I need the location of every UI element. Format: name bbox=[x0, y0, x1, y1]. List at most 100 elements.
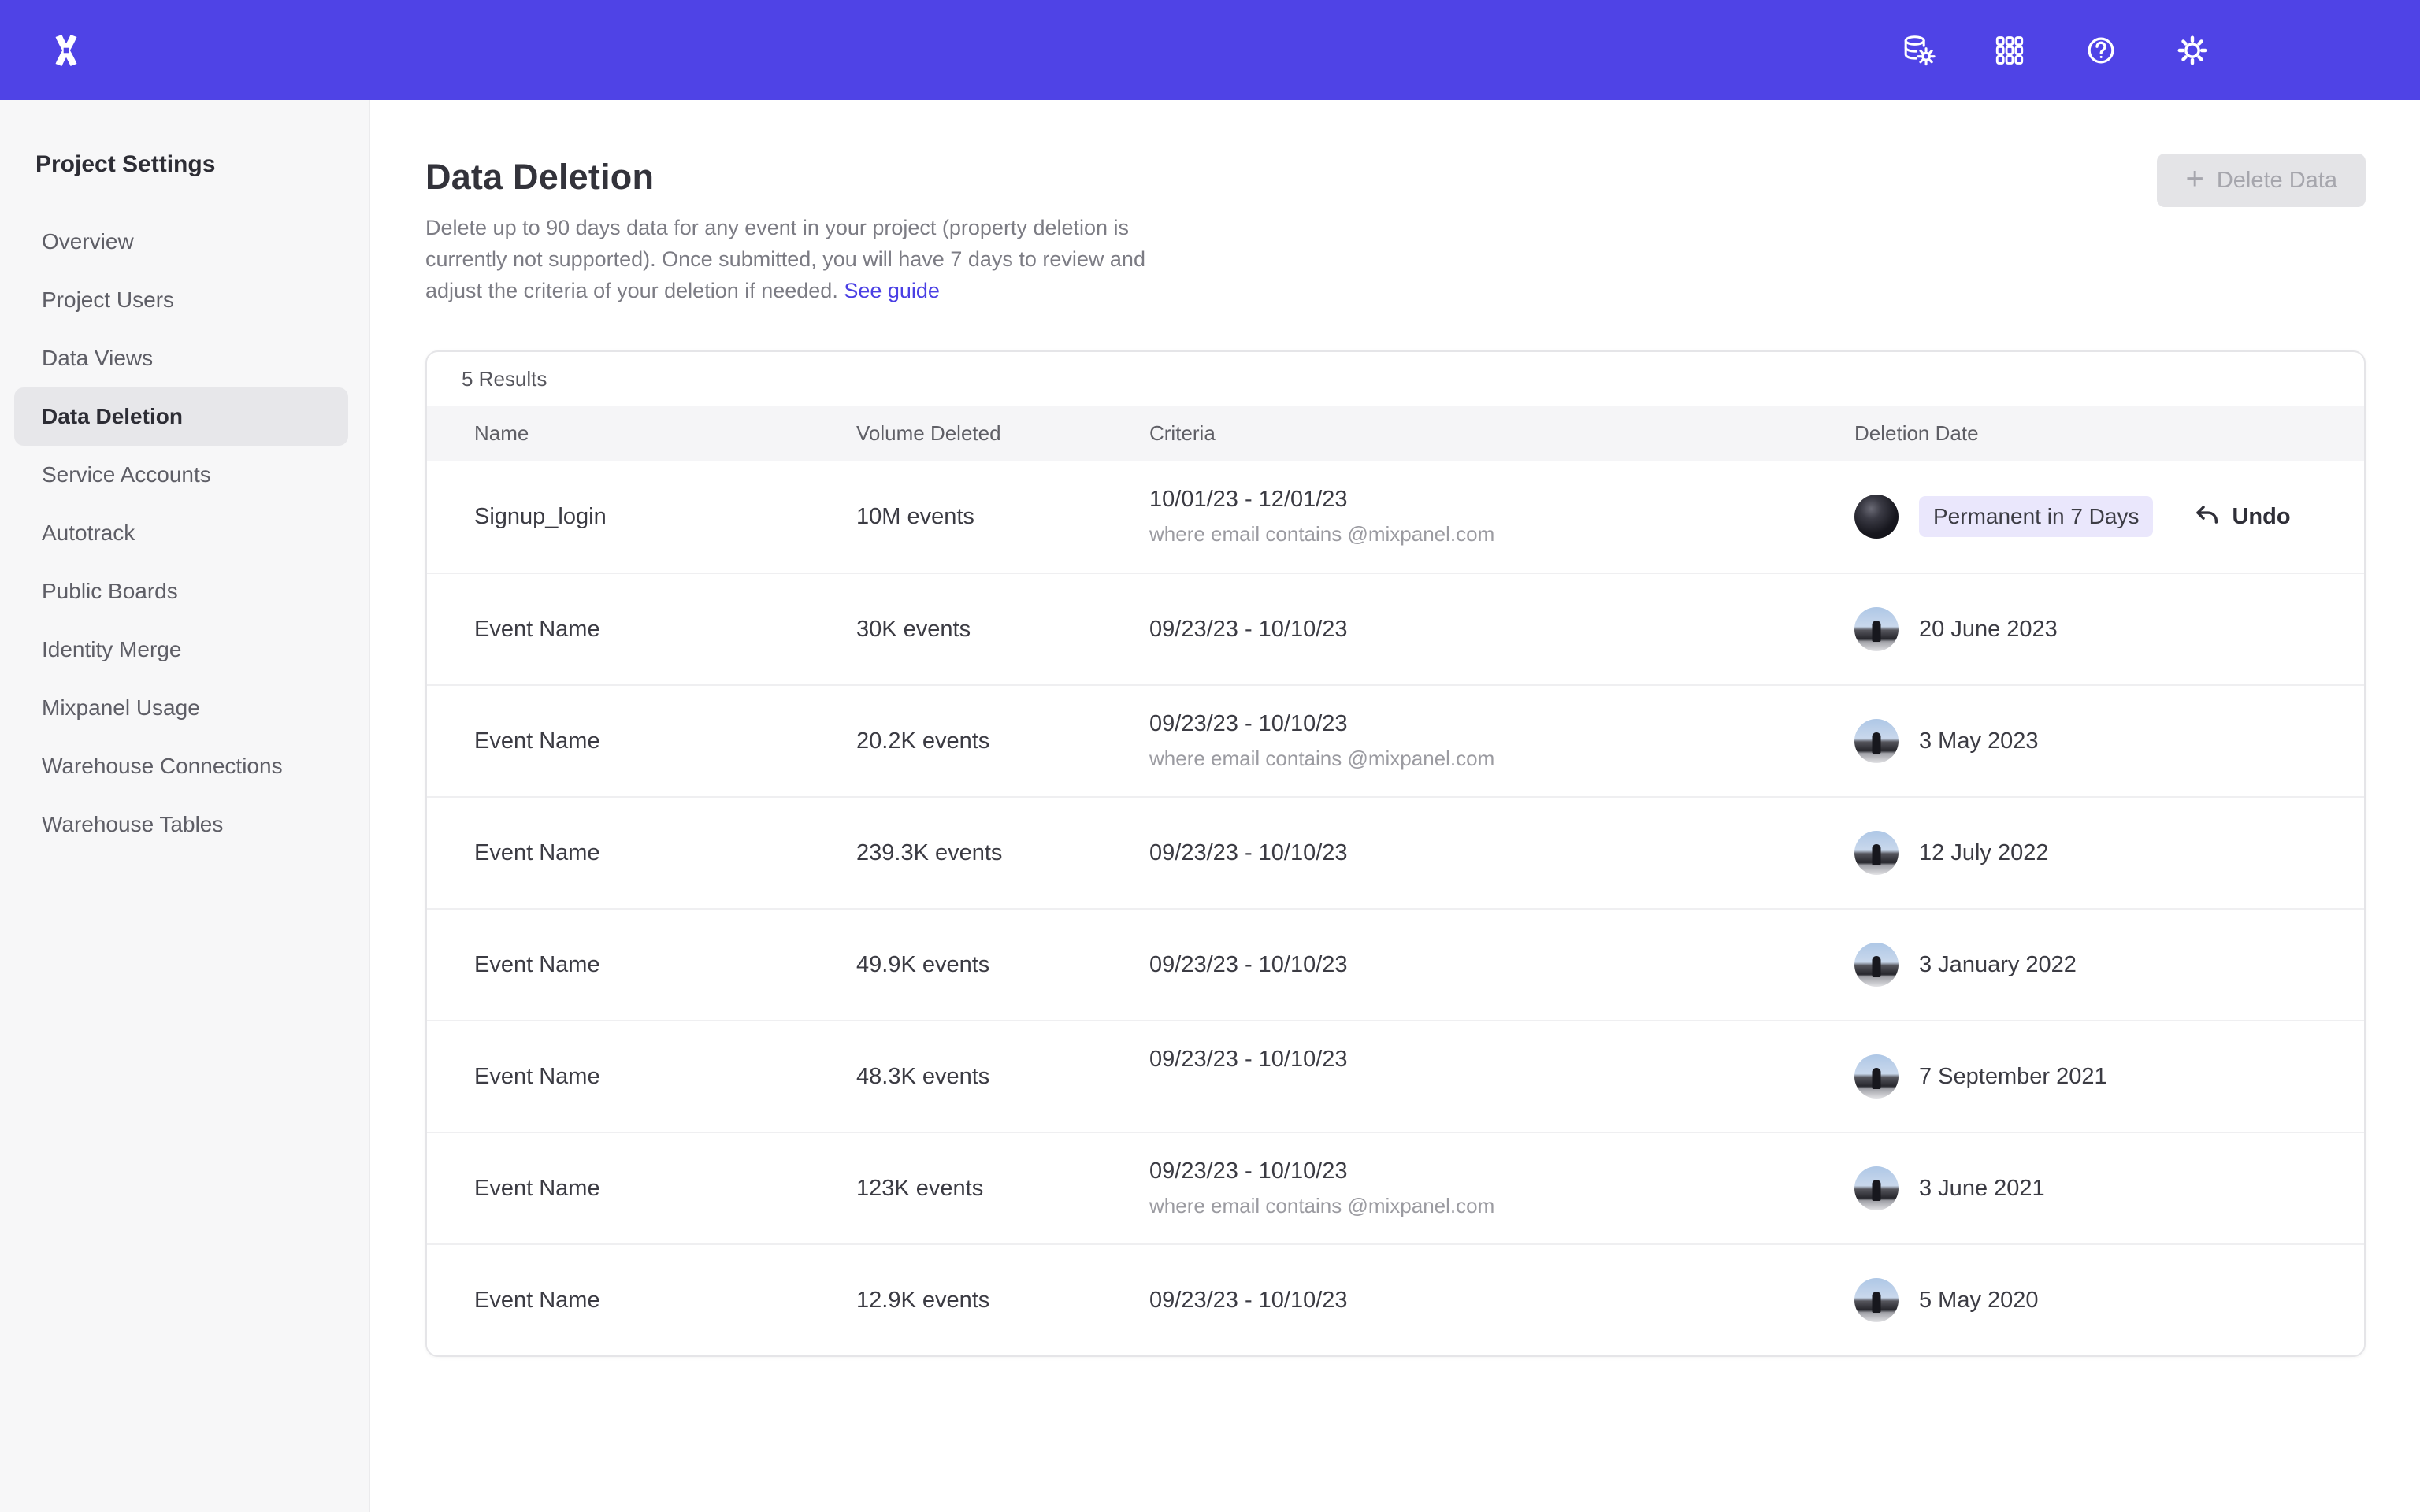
undo-label: Undo bbox=[2232, 504, 2290, 530]
table-row: Event Name 20.2K events 09/23/23 - 10/10… bbox=[427, 684, 2364, 796]
row-criteria-range: 09/23/23 - 10/10/23 bbox=[1149, 711, 1348, 737]
table-row: Event Name 12.9K events 09/23/23 - 10/10… bbox=[427, 1243, 2364, 1355]
table-row: Event Name 123K events 09/23/23 - 10/10/… bbox=[427, 1132, 2364, 1243]
top-navigation-bar bbox=[0, 0, 2420, 100]
row-criteria-filter: where email contains @mixpanel.com bbox=[1149, 521, 1494, 547]
description-line: adjust the criteria of your deletion if … bbox=[425, 275, 2420, 306]
row-criteria: 09/23/23 - 10/10/23 bbox=[1149, 952, 1854, 978]
undo-button[interactable]: Undo bbox=[2194, 503, 2290, 530]
settings-gear-icon[interactable] bbox=[2174, 32, 2210, 69]
database-gear-icon[interactable] bbox=[1900, 32, 1936, 69]
description-line: Delete up to 90 days data for any event … bbox=[425, 212, 2420, 243]
row-event-name: Event Name bbox=[474, 1176, 856, 1202]
row-criteria-filter: where email contains @mixpanel.com bbox=[1149, 1192, 1494, 1219]
table-row: Signup_login 10M events 10/01/23 - 12/01… bbox=[427, 461, 2364, 573]
row-deletion-date: 3 May 2023 bbox=[1854, 719, 2364, 763]
row-criteria-range: 10/01/23 - 12/01/23 bbox=[1149, 487, 1348, 513]
row-criteria: 09/23/23 - 10/10/23 where email contains… bbox=[1149, 1158, 1854, 1219]
apps-grid-icon[interactable] bbox=[1991, 32, 2028, 69]
page-title: Data Deletion bbox=[425, 155, 2420, 199]
column-header-deletion-date: Deletion Date bbox=[1854, 421, 2364, 446]
row-criteria: 10/01/23 - 12/01/23 where email contains… bbox=[1149, 487, 1854, 547]
row-criteria: 09/23/23 - 10/10/23 bbox=[1149, 1288, 1854, 1314]
main-content: Data Deletion Delete up to 90 days data … bbox=[370, 100, 2420, 1512]
row-criteria: 09/23/23 - 10/10/23 where email contains… bbox=[1149, 711, 1854, 772]
row-volume-deleted: 123K events bbox=[856, 1176, 1149, 1202]
sidebar-item-service-accounts[interactable]: Service Accounts bbox=[14, 446, 348, 504]
row-event-name: Event Name bbox=[474, 952, 856, 978]
row-event-name: Event Name bbox=[474, 617, 856, 643]
topbar-icon-group bbox=[1900, 0, 2210, 100]
sidebar-item-autotrack[interactable]: Autotrack bbox=[14, 504, 348, 562]
person-silhouette bbox=[1873, 732, 1881, 754]
plus-icon: + bbox=[2185, 163, 2203, 195]
sidebar-item-data-views[interactable]: Data Views bbox=[14, 329, 348, 387]
help-icon[interactable] bbox=[2083, 32, 2119, 69]
avatar bbox=[1854, 607, 1899, 651]
avatar bbox=[1854, 1054, 1899, 1099]
sidebar-item-warehouse-connections[interactable]: Warehouse Connections bbox=[14, 737, 348, 795]
undo-icon bbox=[2194, 503, 2221, 530]
row-volume-deleted: 30K events bbox=[856, 617, 1149, 643]
column-header-name: Name bbox=[474, 421, 856, 446]
results-count: 5 Results bbox=[427, 352, 2364, 406]
sidebar-item-data-deletion[interactable]: Data Deletion bbox=[14, 387, 348, 446]
sidebar-item-identity-merge[interactable]: Identity Merge bbox=[14, 621, 348, 679]
see-guide-link[interactable]: See guide bbox=[844, 279, 940, 302]
row-criteria-filter: where email contains @mixpanel.com bbox=[1149, 745, 1494, 772]
table-row: Event Name 49.9K events 09/23/23 - 10/10… bbox=[427, 908, 2364, 1020]
row-event-name: Event Name bbox=[474, 1288, 856, 1314]
row-criteria-range: 09/23/23 - 10/10/23 bbox=[1149, 1158, 1348, 1184]
person-silhouette bbox=[1873, 1292, 1881, 1313]
table-row: Event Name 239.3K events 09/23/23 - 10/1… bbox=[427, 796, 2364, 908]
mixpanel-logo-icon[interactable] bbox=[47, 32, 85, 69]
avatar bbox=[1854, 943, 1899, 987]
row-volume-deleted: 48.3K events bbox=[856, 1064, 1149, 1090]
person-silhouette bbox=[1873, 844, 1881, 865]
avatar bbox=[1854, 1278, 1899, 1322]
column-header-volume-deleted: Volume Deleted bbox=[856, 421, 1149, 446]
sidebar-item-mixpanel-usage[interactable]: Mixpanel Usage bbox=[14, 679, 348, 737]
deletion-date-text: 3 May 2023 bbox=[1919, 728, 2039, 754]
row-event-name: Signup_login bbox=[474, 504, 856, 530]
table-row: Event Name 48.3K events 09/23/23 - 10/10… bbox=[427, 1020, 2364, 1132]
row-volume-deleted: 12.9K events bbox=[856, 1288, 1149, 1314]
row-volume-deleted: 20.2K events bbox=[856, 728, 1149, 754]
row-deletion-date: 12 July 2022 bbox=[1854, 831, 2364, 875]
deletion-date-text: 5 May 2020 bbox=[1919, 1288, 2039, 1314]
row-deletion-date: 5 May 2020 bbox=[1854, 1278, 2364, 1322]
sidebar-item-warehouse-tables[interactable]: Warehouse Tables bbox=[14, 795, 348, 854]
sidebar-item-project-users[interactable]: Project Users bbox=[14, 271, 348, 329]
project-settings-sidebar: Project Settings OverviewProject UsersDa… bbox=[0, 100, 370, 1512]
page-header: Data Deletion Delete up to 90 days data … bbox=[370, 100, 2420, 306]
row-criteria-range: 09/23/23 - 10/10/23 bbox=[1149, 1047, 1348, 1073]
row-criteria-range: 09/23/23 - 10/10/23 bbox=[1149, 1288, 1348, 1314]
sidebar-item-overview[interactable]: Overview bbox=[14, 213, 348, 271]
row-volume-deleted: 49.9K events bbox=[856, 952, 1149, 978]
delete-data-button[interactable]: + Delete Data bbox=[2157, 154, 2366, 207]
row-criteria: 09/23/23 - 10/10/23 bbox=[1149, 1047, 1854, 1107]
table-body: Signup_login 10M events 10/01/23 - 12/01… bbox=[427, 461, 2364, 1355]
person-silhouette bbox=[1873, 1180, 1881, 1201]
sidebar-nav: OverviewProject UsersData ViewsData Dele… bbox=[0, 213, 369, 854]
avatar bbox=[1854, 495, 1899, 539]
row-event-name: Event Name bbox=[474, 1064, 856, 1090]
table-header-row: Name Volume Deleted Criteria Deletion Da… bbox=[427, 406, 2364, 461]
person-silhouette bbox=[1873, 956, 1881, 977]
deletion-date-text: 12 July 2022 bbox=[1919, 840, 2048, 866]
row-criteria-range: 09/23/23 - 10/10/23 bbox=[1149, 617, 1348, 643]
row-deletion-date: 3 January 2022 bbox=[1854, 943, 2364, 987]
sidebar-item-public-boards[interactable]: Public Boards bbox=[14, 562, 348, 621]
row-criteria-range: 09/23/23 - 10/10/23 bbox=[1149, 840, 1348, 866]
description-line: currently not supported). Once submitted… bbox=[425, 243, 2420, 275]
row-event-name: Event Name bbox=[474, 840, 856, 866]
avatar bbox=[1854, 831, 1899, 875]
deletion-date-text: 3 January 2022 bbox=[1919, 952, 2077, 978]
row-criteria-range: 09/23/23 - 10/10/23 bbox=[1149, 952, 1348, 978]
sidebar-title: Project Settings bbox=[35, 150, 369, 179]
deletion-date-text: 3 June 2021 bbox=[1919, 1176, 2045, 1202]
deletion-date-text: 20 June 2023 bbox=[1919, 617, 2058, 643]
deletion-requests-card: 5 Results Name Volume Deleted Criteria D… bbox=[425, 350, 2366, 1357]
page-description: Delete up to 90 days data for any event … bbox=[425, 212, 2420, 306]
row-criteria: 09/23/23 - 10/10/23 bbox=[1149, 617, 1854, 643]
